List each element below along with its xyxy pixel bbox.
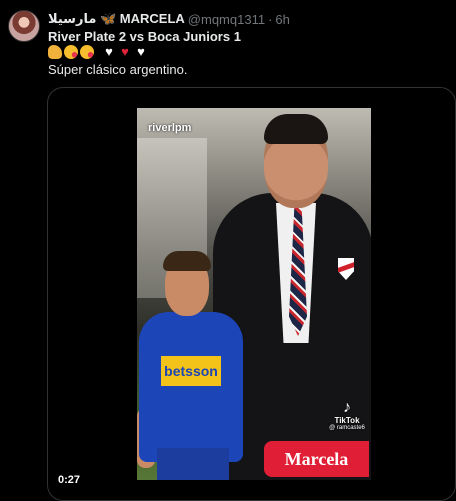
tweet-text-line3: Súper clásico argentino. <box>48 62 188 77</box>
video-watermark: riverlpm <box>148 122 192 134</box>
jersey-sponsor-text: betsson <box>164 363 218 379</box>
white-heart-icon: ♥ <box>105 44 113 59</box>
tweet-header: مارسيلا 🦋 MARCELA @mqmq1311 · 6h <box>48 11 290 27</box>
video-player[interactable]: betsson riverlpm ♪ TikTok @ ramcaste6 Ma… <box>137 108 371 480</box>
tiktok-watermark: ♪ TikTok @ ramcaste6 <box>327 399 367 432</box>
tiktok-label: TikTok <box>334 416 360 425</box>
avatar[interactable] <box>8 10 40 42</box>
name-overlay: Marcela <box>264 441 369 477</box>
display-name[interactable]: مارسيلا 🦋 MARCELA <box>48 11 185 27</box>
white-heart-icon: ♥ <box>137 44 145 59</box>
red-heart-icon: ♥ <box>121 44 129 59</box>
handle[interactable]: @mqmq1311 <box>188 12 265 27</box>
tiktok-username: @ ramcaste6 <box>329 425 365 431</box>
emoji-row: ♥ ♥ ♥ <box>48 45 148 59</box>
timestamp[interactable]: 6h <box>275 12 289 27</box>
man-hair <box>264 114 328 144</box>
video-duration: 0:27 <box>58 474 81 486</box>
kid-jersey <box>139 312 243 462</box>
kid-shorts <box>157 448 229 480</box>
kissing-heart-face-icon <box>80 45 94 59</box>
separator-dot: · <box>268 11 273 27</box>
kissing-heart-face-icon <box>64 45 78 59</box>
flexed-biceps-icon <box>48 45 62 59</box>
tweet-text-line1: River Plate 2 vs Boca Juniors 1 <box>48 29 241 44</box>
jersey-sponsor-stripe: betsson <box>161 356 221 386</box>
kid-hair <box>163 251 211 271</box>
tiktok-icon: ♪ <box>343 399 351 416</box>
emoji-spacer <box>96 45 100 59</box>
tweet[interactable]: مارسيلا 🦋 MARCELA @mqmq1311 · 6h River P… <box>0 0 456 501</box>
